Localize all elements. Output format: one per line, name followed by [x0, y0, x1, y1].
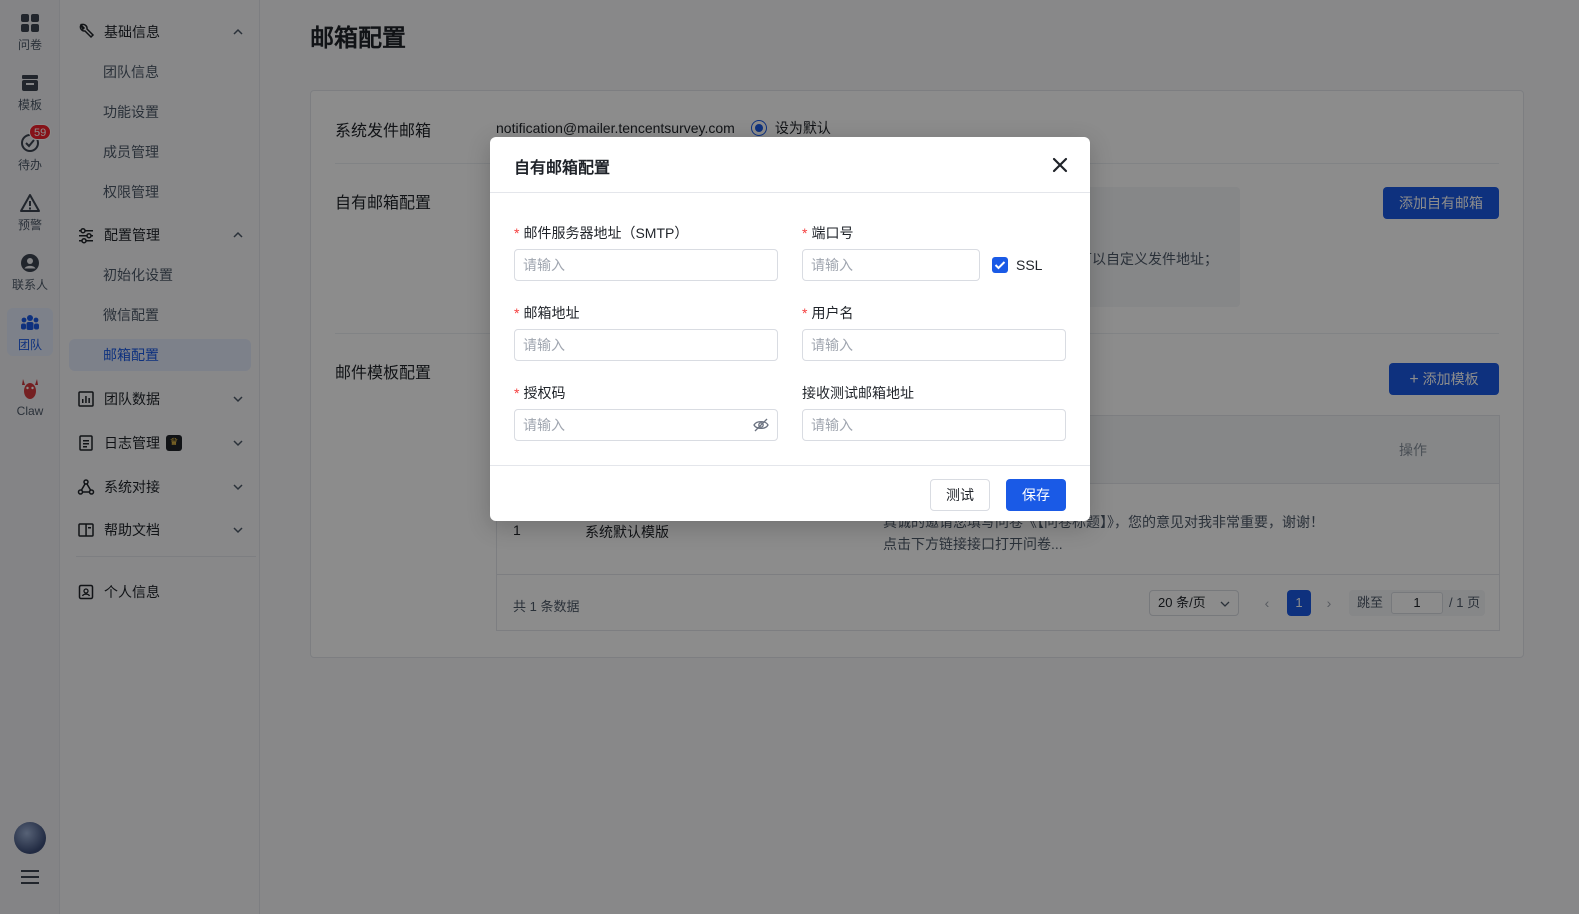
smtp-label-text: 邮件服务器地址（SMTP） [523, 225, 689, 241]
username-label: * 用户名 [802, 303, 853, 323]
test-button[interactable]: 测试 [930, 479, 990, 511]
required-mark: * [802, 225, 808, 241]
auth-code-input[interactable] [514, 409, 778, 441]
auth-code-label: * 授权码 [514, 383, 565, 403]
ssl-label: SSL [1016, 257, 1043, 273]
port-input[interactable] [802, 249, 980, 281]
email-address-input[interactable] [514, 329, 778, 361]
auth-label-text: 授权码 [523, 385, 566, 401]
test-email-label: 接收测试邮箱地址 [802, 385, 914, 401]
email-label-text: 邮箱地址 [523, 305, 580, 321]
dialog-title: 自有邮箱配置 [514, 160, 611, 177]
port-label: * 端口号 [802, 223, 853, 243]
save-button[interactable]: 保存 [1006, 479, 1066, 511]
checkmark-icon [994, 261, 1006, 270]
close-icon[interactable] [1050, 155, 1070, 175]
required-mark: * [514, 305, 520, 321]
required-mark: * [514, 225, 520, 241]
port-label-text: 端口号 [811, 225, 854, 241]
required-mark: * [802, 305, 808, 321]
username-label-text: 用户名 [811, 305, 854, 321]
test-email-input[interactable] [802, 409, 1066, 441]
username-input[interactable] [802, 329, 1066, 361]
dialog-footer-divider [490, 465, 1090, 466]
smtp-label: * 邮件服务器地址（SMTP） [514, 223, 688, 243]
dialog-header: 自有邮箱配置 [490, 137, 1090, 193]
required-mark: * [514, 385, 520, 401]
smtp-server-input[interactable] [514, 249, 778, 281]
ssl-checkbox[interactable] [992, 257, 1008, 273]
own-mailbox-config-dialog: 自有邮箱配置 *邮件服务器地址（SMTP） *端口号 SSL *邮箱地址 *用户… [490, 137, 1090, 521]
email-address-label: * 邮箱地址 [514, 303, 579, 323]
eye-off-icon[interactable] [752, 416, 770, 434]
